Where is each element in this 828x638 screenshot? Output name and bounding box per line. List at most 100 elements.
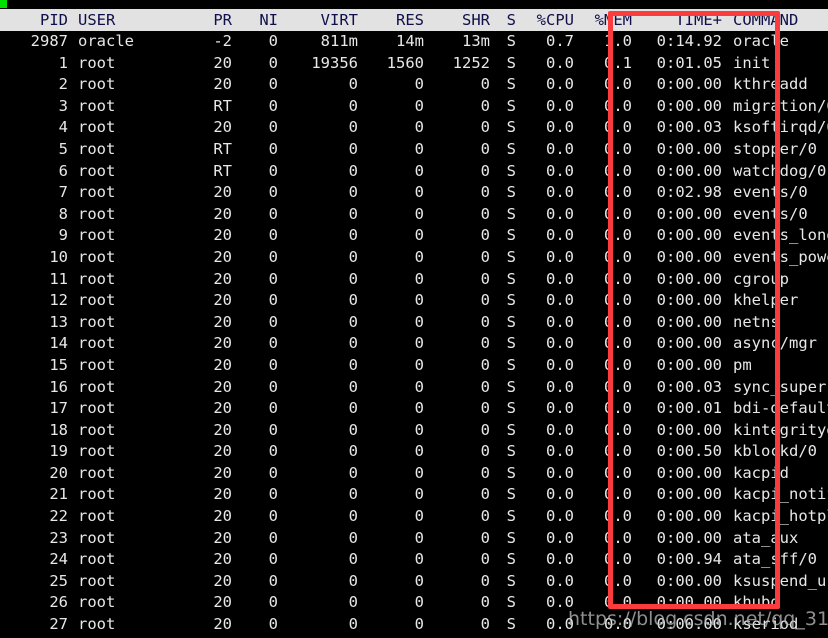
cell-state: S <box>490 354 516 377</box>
column-header-cpu[interactable]: %CPU <box>516 9 574 31</box>
cell-cpu: 0.0 <box>516 311 574 334</box>
cell-pr: 20 <box>160 376 232 399</box>
table-row: 21root200000S0.00.00:00.00kacpi_notify <box>0 484 828 507</box>
cell-command: ksoftirqd/0 <box>722 117 828 139</box>
cell-mem: 0.0 <box>574 376 632 399</box>
terminal-screen[interactable]: PID USER PR NI VIRT RES SHR S %CPU %MEM … <box>0 0 828 638</box>
cell-pid: 10 <box>0 246 68 269</box>
cell-user: root <box>68 592 160 615</box>
terminal-cursor-block <box>0 0 7 8</box>
cell-virt: 0 <box>278 117 358 139</box>
cell-command: pm <box>722 354 828 377</box>
cell-state: S <box>490 549 516 571</box>
cell-command: migration/0 <box>722 95 828 118</box>
cell-pid: 8 <box>0 203 68 226</box>
cell-ni: 0 <box>232 592 278 615</box>
cell-shr: 0 <box>424 311 490 334</box>
cell-pr: 20 <box>160 74 232 96</box>
cell-command: events_long/0 <box>722 225 828 247</box>
cell-ni: 0 <box>232 246 278 269</box>
cell-mem: 0.0 <box>574 268 632 291</box>
column-header-user[interactable]: USER <box>68 9 160 31</box>
cell-state: S <box>490 527 516 550</box>
cell-shr: 0 <box>424 203 490 226</box>
cell-ni: 0 <box>232 74 278 96</box>
cell-command: kthreadd <box>722 74 828 96</box>
cell-virt: 0 <box>278 570 358 593</box>
cell-command: events_power_ef <box>722 246 828 269</box>
column-header-time[interactable]: TIME+ <box>632 9 722 31</box>
cell-command: kacpi_hotplug <box>722 506 828 528</box>
cell-res: 0 <box>358 484 424 507</box>
cell-time: 0:00.00 <box>632 333 722 355</box>
cell-pr: 20 <box>160 52 232 75</box>
cell-state: S <box>490 484 516 507</box>
cell-command: netns <box>722 311 828 334</box>
cell-cpu: 0.0 <box>516 333 574 355</box>
cell-pid: 25 <box>0 570 68 593</box>
column-header-ni[interactable]: NI <box>232 9 278 31</box>
cell-mem: 0.0 <box>574 182 632 204</box>
cell-cpu: 0.0 <box>516 506 574 528</box>
cell-command: stopper/0 <box>722 138 828 161</box>
cell-user: root <box>68 419 160 442</box>
cell-pid: 2 <box>0 74 68 96</box>
cell-pr: -2 <box>160 31 232 53</box>
column-header-res[interactable]: RES <box>358 9 424 31</box>
table-row: 2987 oracle -2 0 811m 14m 13m S 0.7 1.0 0:14.92 ora… <box>0 31 828 53</box>
cell-cpu: 0.0 <box>516 74 574 96</box>
cell-time: 0:00.00 <box>632 311 722 334</box>
cell-ni: 0 <box>232 398 278 420</box>
cell-state: S <box>490 246 516 269</box>
cell-virt: 0 <box>278 419 358 442</box>
cell-res: 0 <box>358 225 424 247</box>
table-row: 22root200000S0.00.00:00.00kacpi_hotplug <box>0 506 828 528</box>
cell-ni: 0 <box>232 462 278 485</box>
cell-ni: 0 <box>232 354 278 377</box>
column-header-virt[interactable]: VIRT <box>278 9 358 31</box>
cell-pid: 24 <box>0 549 68 571</box>
column-header-pr[interactable]: PR <box>160 9 232 31</box>
cell-cpu: 0.0 <box>516 160 574 183</box>
cell-cpu: 0.0 <box>516 52 574 75</box>
table-body: 2987 oracle -2 0 811m 14m 13m S 0.7 1.0 0:14.92 ora… <box>0 31 828 636</box>
cell-cpu: 0.0 <box>516 441 574 463</box>
cell-mem: 0.0 <box>574 549 632 571</box>
cell-state: S <box>490 376 516 399</box>
cell-virt: 0 <box>278 398 358 420</box>
cell-command: ksuspend_usbd <box>722 570 828 593</box>
cell-res: 0 <box>358 246 424 269</box>
cell-time: 0:00.03 <box>632 376 722 399</box>
column-header-state[interactable]: S <box>490 9 516 31</box>
column-header-command[interactable]: COMMAND <box>722 9 828 31</box>
cell-pr: 20 <box>160 527 232 550</box>
cell-time: 0:01.05 <box>632 52 722 75</box>
cell-shr: 0 <box>424 549 490 571</box>
cell-res: 0 <box>358 311 424 334</box>
cell-cpu: 0.0 <box>516 225 574 247</box>
cell-res: 0 <box>358 333 424 355</box>
cell-cpu: 0.7 <box>516 31 574 53</box>
table-row: 15 root 20 0 0 0 0 S 0.0 0.0 0:00.00 pm <box>0 354 828 377</box>
cell-cpu: 0.0 <box>516 95 574 118</box>
cell-pid: 7 <box>0 182 68 204</box>
cell-ni: 0 <box>232 138 278 161</box>
cell-shr: 0 <box>424 182 490 204</box>
cell-command: ata_aux <box>722 527 828 550</box>
cell-ni: 0 <box>232 225 278 247</box>
cell-mem: 0.0 <box>574 398 632 420</box>
cell-res: 0 <box>358 95 424 118</box>
cell-virt: 0 <box>278 354 358 377</box>
cell-res: 0 <box>358 376 424 399</box>
table-row: 1 root 20 0 19356 1560 1252 S 0.0 0.1 0:01.05 init <box>0 52 828 75</box>
cell-state: S <box>490 570 516 593</box>
top-process-table: PID USER PR NI VIRT RES SHR S %CPU %MEM … <box>0 9 828 636</box>
table-row: 12 root 20 0 0 0 0 S 0.0 0.0 0:00.00 khelper <box>0 290 828 312</box>
table-row: 6 root RT 0 0 0 0 S 0.0 0.0 0:00.00 watchdog/0 <box>0 160 828 183</box>
cell-shr: 0 <box>424 246 490 269</box>
column-header-mem[interactable]: %MEM <box>574 9 632 31</box>
column-header-shr[interactable]: SHR <box>424 9 490 31</box>
cell-user: root <box>68 117 160 139</box>
column-header-pid[interactable]: PID <box>0 9 68 31</box>
cell-pr: 20 <box>160 182 232 204</box>
